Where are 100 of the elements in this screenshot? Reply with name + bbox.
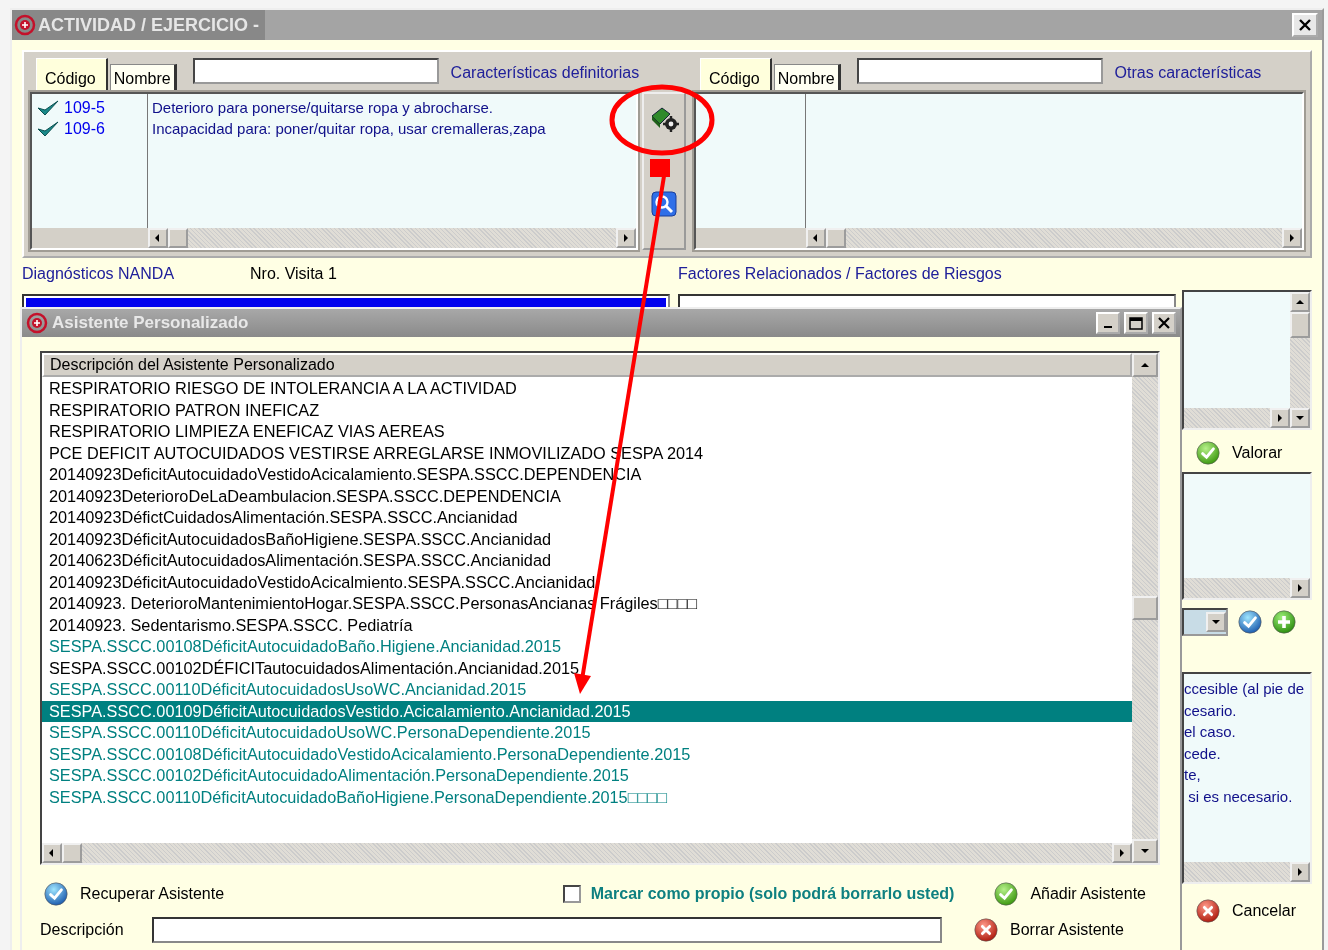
vertical-scrollbar[interactable] bbox=[1132, 353, 1158, 863]
close-button[interactable] bbox=[1292, 13, 1318, 37]
close-button[interactable] bbox=[1152, 312, 1176, 334]
triangle-down-icon bbox=[1140, 846, 1150, 856]
section-title: Características definitorias bbox=[450, 64, 640, 82]
triangle-down-icon bbox=[1295, 413, 1305, 423]
text-line: si es necesario. bbox=[1187, 786, 1293, 807]
check-circle-icon bbox=[994, 882, 1019, 906]
scroll-thumb[interactable] bbox=[1290, 312, 1310, 338]
maximize-button[interactable] bbox=[1124, 312, 1148, 334]
triangle-up-icon bbox=[1140, 360, 1150, 370]
horizontal-scrollbar[interactable] bbox=[806, 228, 1302, 248]
tab[interactable]: Código bbox=[36, 58, 108, 92]
text-line: el caso. bbox=[1184, 722, 1236, 742]
maximize-icon bbox=[1129, 316, 1143, 330]
column-header: Descripción del Asistente Personalizado bbox=[42, 353, 1132, 377]
scroll-thumb[interactable] bbox=[1132, 596, 1158, 620]
scroll-up-button[interactable] bbox=[1290, 292, 1310, 312]
dialog-title: Asistente Personalizado bbox=[52, 313, 250, 333]
add-button[interactable] bbox=[1272, 610, 1296, 634]
list-item[interactable]: 20140623DéficitAutocuidadosAlimentación.SESPA.SSCC.Ancianidad bbox=[42, 550, 1132, 572]
list-item[interactable]: 20140923DeterioroDeLaDeambulacion.SESPA.SSCC.DEPENDENCIA bbox=[42, 485, 1132, 507]
scroll-left-button[interactable] bbox=[806, 228, 826, 248]
triangle-right-icon bbox=[1117, 848, 1127, 858]
search-field[interactable] bbox=[192, 58, 439, 84]
scroll-right-button[interactable] bbox=[1282, 228, 1302, 248]
delete-button[interactable]: Borrar Asistente bbox=[970, 918, 1124, 942]
scroll-right-button[interactable] bbox=[1112, 843, 1132, 863]
tab[interactable]: Nombre bbox=[109, 64, 177, 92]
section-label: Diagnósticos NANDA bbox=[22, 265, 176, 283]
recover-button[interactable]: Recuperar Asistente bbox=[40, 882, 225, 906]
scroll-right-button[interactable] bbox=[1290, 578, 1310, 598]
triangle-right-icon bbox=[1287, 233, 1297, 243]
scroll-left-button[interactable] bbox=[42, 843, 62, 863]
close-icon bbox=[1158, 317, 1170, 329]
list-item[interactable]: SESPA.SSCC.00102DÉFICITautocuidadosAlimentación.Ancianidad.2015 bbox=[42, 657, 1132, 679]
description-cell-text: Deterioro para ponerse/quitarse ropa y abrocharse. bbox=[152, 98, 495, 118]
list-item[interactable]: 20140923DéfictCuidadosAlimentación.SESPA.SSCC.Ancianidad bbox=[42, 507, 1132, 529]
list-item[interactable]: SESPA.SSCC.00108DéficitAutocuidadoVestidoAcicalamiento.PersonaDependiente.2015 bbox=[42, 743, 1132, 765]
check-circle-icon bbox=[1196, 441, 1220, 465]
triangle-right-icon bbox=[1295, 867, 1305, 877]
checkbox-label: Marcar como propio (solo podrá borrarlo usted) bbox=[590, 885, 955, 903]
list-item[interactable]: 20140923DéficitAutocuidadoVestidoAcicalmiento.SESPA.SSCC.Ancianidad bbox=[42, 571, 1132, 593]
list-item[interactable]: SESPA.SSCC.00108DéficitAutocuidadoBaño.Higiene.Ancianidad.2015 bbox=[42, 636, 1132, 658]
close-icon bbox=[1298, 18, 1312, 32]
horizontal-scrollbar[interactable] bbox=[1184, 862, 1310, 882]
check-circle-icon bbox=[1238, 610, 1262, 634]
list-item[interactable]: SESPA.SSCC.00102DéficitAutocuidadoAlimentación.PersonaDependiente.2015 bbox=[42, 765, 1132, 787]
section-title: Otras características bbox=[1114, 64, 1262, 82]
scroll-thumb[interactable] bbox=[168, 228, 188, 248]
list-item[interactable]: RESPIRATORIO RIESGO DE INTOLERANCIA A LA ACTIVIDAD bbox=[42, 378, 1132, 400]
checkbox[interactable] bbox=[562, 885, 581, 903]
dropdown-button[interactable] bbox=[1206, 612, 1226, 632]
list-item[interactable]: RESPIRATORIO PATRON INEFICAZ bbox=[42, 399, 1132, 421]
minimize-icon bbox=[1104, 326, 1112, 328]
list-item[interactable]: 20140923. DeterioroMantenimientoHogar.SESPA.SSCC.PersonasAncianas Frágiles□□□□ bbox=[42, 593, 1132, 615]
horizontal-scrollbar[interactable] bbox=[1184, 408, 1290, 428]
tab[interactable]: Código bbox=[700, 58, 772, 92]
list-item[interactable]: SESPA.SSCC.00110DéficitAutocuidadoUsoWC.PersonaDependiente.2015 bbox=[42, 722, 1132, 744]
text-line: ccesible (al pie de bbox=[1184, 679, 1305, 699]
scroll-down-button[interactable] bbox=[1290, 408, 1310, 428]
field-label: Descripción bbox=[40, 921, 125, 939]
add-button[interactable]: Añadir Asistente bbox=[990, 882, 1146, 906]
assess-button[interactable]: Valorar bbox=[1182, 438, 1312, 468]
window-title: ACTIVIDAD / EJERCICIO - bbox=[38, 14, 260, 36]
horizontal-scrollbar[interactable] bbox=[1184, 578, 1310, 598]
tab[interactable]: Nombre bbox=[773, 64, 841, 92]
scroll-thumb[interactable] bbox=[62, 843, 82, 863]
dropdown-field[interactable] bbox=[1182, 608, 1228, 636]
list-item[interactable]: SESPA.SSCC.00109DéficitAutocuidadosVestido.Acicalamiento.Ancianidad.2015 bbox=[42, 700, 1132, 722]
scroll-right-button[interactable] bbox=[1270, 408, 1290, 428]
check-circle-icon bbox=[44, 882, 68, 906]
horizontal-scrollbar[interactable] bbox=[148, 228, 636, 248]
triangle-up-icon bbox=[1295, 297, 1305, 307]
code-cell: 109-6 bbox=[64, 119, 105, 138]
scroll-right-button[interactable] bbox=[616, 228, 636, 248]
triangle-right-icon bbox=[621, 233, 631, 243]
plus-circle-icon bbox=[14, 14, 36, 36]
triangle-right-icon bbox=[1295, 583, 1305, 593]
plus-circle-icon bbox=[26, 312, 48, 334]
minimize-button[interactable] bbox=[1096, 312, 1120, 334]
plus-circle-icon bbox=[1272, 610, 1296, 634]
scroll-right-button[interactable] bbox=[1290, 862, 1310, 882]
list-item[interactable]: SESPA.SSCC.00110DéficitAutocuidadosUsoWC.Ancianidad.2015 bbox=[42, 679, 1132, 701]
scroll-thumb[interactable] bbox=[826, 228, 846, 248]
list-item[interactable]: RESPIRATORIO LIMPIEZA ENEFICAZ VIAS AEREAS bbox=[42, 421, 1132, 443]
horizontal-scrollbar[interactable] bbox=[42, 843, 1132, 863]
vertical-scrollbar[interactable] bbox=[1290, 292, 1310, 428]
search-field[interactable] bbox=[856, 58, 1103, 84]
visit-label: Nro. Visita 1 bbox=[250, 265, 338, 283]
list-item[interactable]: 20140923DéficitAutocuidadosBañoHigiene.SESPA.SSCC.Ancianidad bbox=[42, 528, 1132, 550]
list-item[interactable]: SESPA.SSCC.00110DéficitAutocuidadoBañoHigiene.PersonaDependiente.2015□□□□ bbox=[42, 786, 1132, 808]
list-item[interactable]: 20140923. Sedentarismo.SESPA.SSCC. Pediatría bbox=[42, 614, 1132, 636]
scroll-left-button[interactable] bbox=[148, 228, 168, 248]
close-circle-icon bbox=[974, 918, 998, 942]
confirm-button[interactable] bbox=[1238, 610, 1262, 634]
cancel-button[interactable]: Cancelar bbox=[1182, 896, 1312, 926]
description-field[interactable] bbox=[152, 917, 942, 943]
triangle-down-icon bbox=[1211, 617, 1221, 627]
close-circle-icon bbox=[1196, 899, 1220, 923]
